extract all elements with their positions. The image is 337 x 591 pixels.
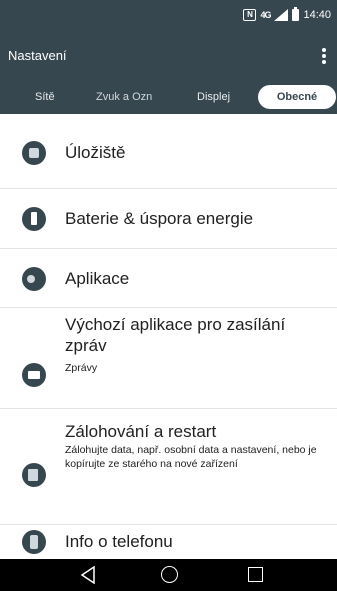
tab-site[interactable]: Sítě bbox=[35, 80, 75, 114]
more-vert-icon[interactable] bbox=[321, 46, 327, 66]
backup-icon bbox=[22, 463, 46, 487]
status-bar: N 4G 14:40 bbox=[0, 0, 337, 32]
battery-status-icon bbox=[292, 7, 300, 21]
navigation-bar bbox=[0, 559, 337, 591]
back-icon[interactable] bbox=[80, 566, 96, 584]
list-item-title: Výchozí aplikace pro zasílání zpráv bbox=[65, 315, 286, 355]
list-item-title: Zálohování a restart bbox=[65, 422, 217, 441]
storage-icon bbox=[22, 141, 46, 165]
tab-obecne[interactable]: Obecné bbox=[258, 85, 336, 109]
page-title: Nastavení bbox=[8, 48, 67, 63]
signal-icon bbox=[274, 9, 289, 21]
list-item-subtitle: Zálohujte data, např. osobní data a nast… bbox=[65, 444, 317, 470]
list-item-title: Aplikace bbox=[65, 269, 130, 288]
app-bar: Nastavení bbox=[0, 32, 337, 80]
battery-icon bbox=[22, 207, 46, 231]
list-item-storage[interactable]: Úložiště bbox=[0, 114, 337, 189]
message-icon bbox=[22, 363, 46, 387]
list-item-battery[interactable]: Baterie & úspora energie bbox=[0, 189, 337, 249]
status-time: 14:40 bbox=[303, 9, 331, 21]
status-icons: N 4G 14:40 bbox=[243, 7, 331, 21]
home-icon[interactable] bbox=[161, 566, 178, 583]
list-item-backup-reset[interactable]: Zálohování a restart Zálohujte data, nap… bbox=[0, 409, 337, 525]
list-item-default-messaging[interactable]: Výchozí aplikace pro zasílání zpráv Zprá… bbox=[0, 308, 337, 409]
list-item-phone-info[interactable]: Info o telefonu bbox=[0, 525, 337, 559]
list-item-title: Info o telefonu bbox=[65, 532, 173, 551]
nfc-icon: N bbox=[243, 9, 257, 21]
tab-displej[interactable]: Displej bbox=[197, 80, 243, 114]
mobile-data-icon: 4G bbox=[260, 10, 271, 20]
recents-icon[interactable] bbox=[248, 567, 263, 582]
phone-info-icon bbox=[22, 530, 46, 554]
list-item-title: Baterie & úspora energie bbox=[65, 209, 254, 228]
list-item-apps[interactable]: Aplikace bbox=[0, 249, 337, 308]
apps-icon bbox=[22, 267, 46, 291]
list-item-subtitle: Zprávy bbox=[65, 362, 98, 374]
tab-zvuk[interactable]: Zvuk a Oznámení bbox=[96, 80, 152, 114]
list-item-title: Úložiště bbox=[65, 143, 126, 162]
tab-bar: Sítě Zvuk a Oznámení Displej Obecné bbox=[0, 80, 337, 114]
